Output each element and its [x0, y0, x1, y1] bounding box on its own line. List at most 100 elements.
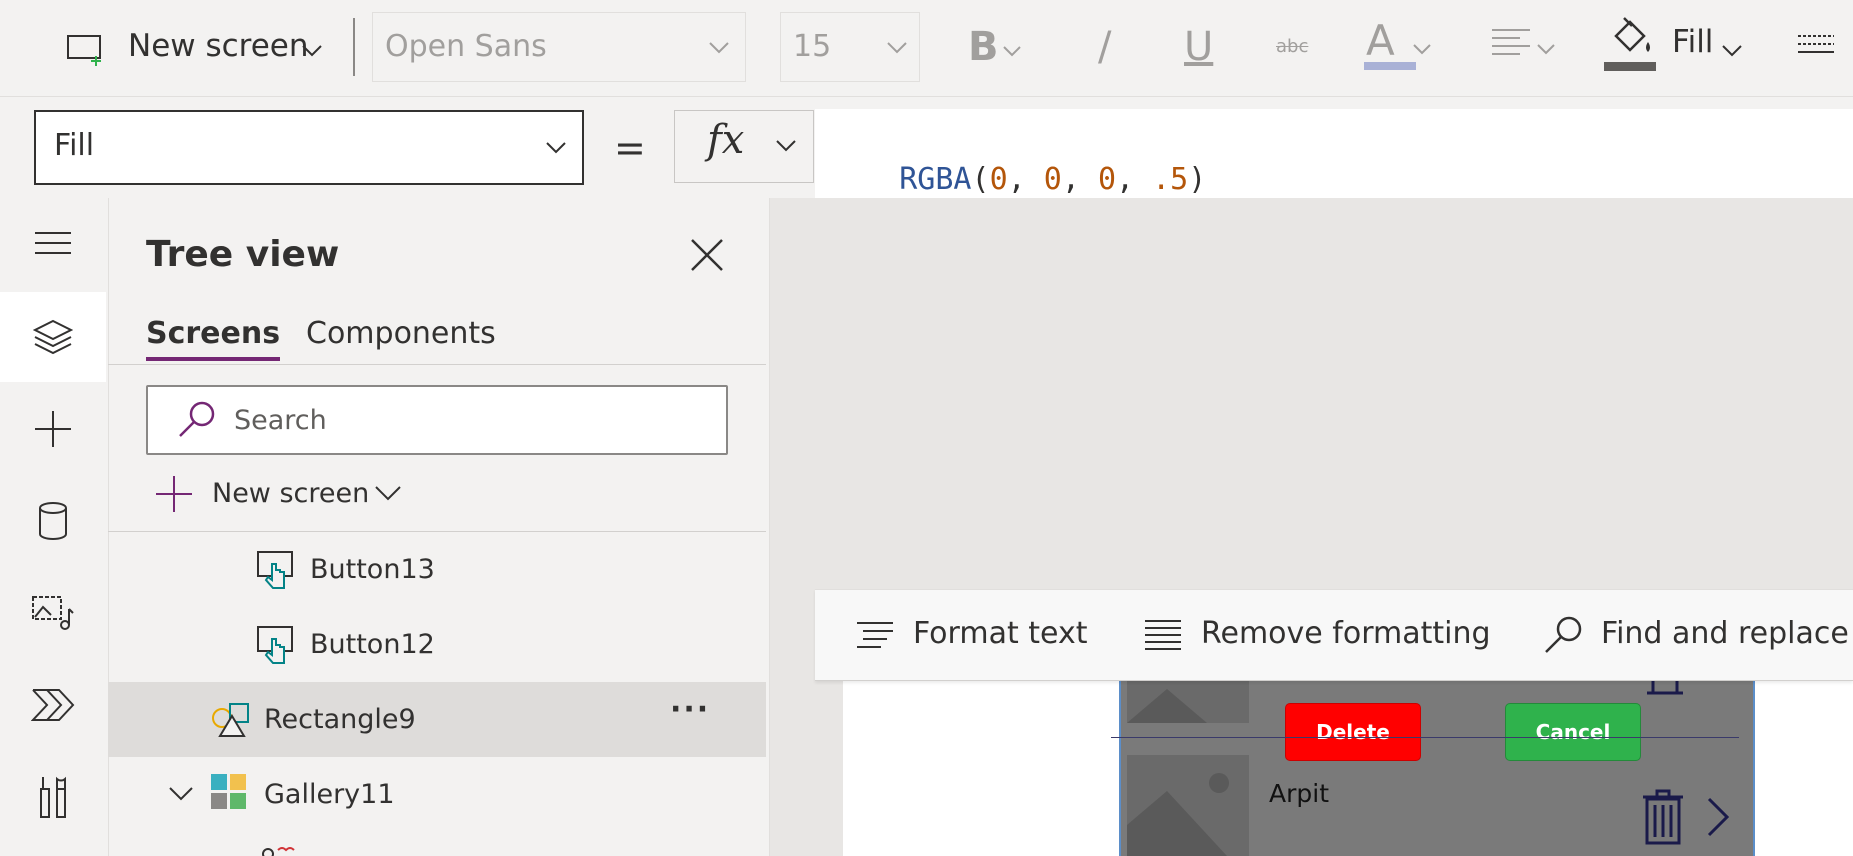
- fill-color-swatch: [1604, 62, 1656, 71]
- keyboard-button[interactable]: [1796, 30, 1846, 70]
- new-screen-button[interactable]: New screen: [60, 20, 330, 76]
- chevron-down-icon: [776, 140, 796, 152]
- italic-button[interactable]: /: [1090, 20, 1130, 76]
- chevron-right-icon[interactable]: [1703, 795, 1733, 839]
- tabs-divider: [108, 364, 766, 365]
- font-size-value: 15: [793, 29, 832, 64]
- insert-button[interactable]: [0, 384, 106, 474]
- bold-icon: B: [968, 24, 999, 70]
- trash-icon[interactable]: [1647, 677, 1683, 695]
- media-button[interactable]: [0, 568, 106, 658]
- equals-sign: =: [614, 126, 646, 170]
- fx-button[interactable]: fx: [674, 110, 814, 183]
- font-color-swatch: [1364, 62, 1416, 70]
- code-arg-r: 0: [989, 162, 1008, 197]
- child-control-icon: [262, 847, 295, 856]
- tree-new-screen-label: New screen: [212, 478, 370, 509]
- hamburger-icon: [35, 232, 71, 254]
- code-paren: (: [971, 162, 990, 197]
- hamburger-menu-button[interactable]: [0, 198, 106, 288]
- format-text-button[interactable]: Format text: [855, 608, 1095, 662]
- delete-label: Delete: [1316, 720, 1390, 744]
- paint-bucket-icon: [1614, 17, 1650, 52]
- align-button[interactable]: [1490, 26, 1560, 66]
- cancel-button[interactable]: Cancel: [1505, 703, 1641, 761]
- remove-formatting-label: Remove formatting: [1201, 616, 1491, 651]
- keyboard-icon: [1798, 35, 1834, 53]
- plus-icon: [156, 476, 192, 512]
- format-text-icon: [857, 622, 893, 648]
- tree-item-button12[interactable]: Button12: [108, 607, 766, 682]
- tree-view-title: Tree view: [146, 234, 340, 275]
- font-color-button[interactable]: A: [1364, 16, 1434, 76]
- advanced-tools-button[interactable]: [0, 752, 106, 842]
- font-size-dropdown[interactable]: 15: [780, 12, 920, 82]
- tree-item-button13[interactable]: Button13: [108, 532, 766, 607]
- tab-screens[interactable]: Screens: [146, 316, 281, 364]
- tree-view-button[interactable]: [0, 292, 106, 382]
- fill-label: Fill: [1672, 24, 1714, 60]
- underline-icon: U: [1184, 24, 1214, 70]
- bold-button[interactable]: B: [964, 20, 1024, 76]
- new-screen-label: New screen: [128, 28, 309, 64]
- chevron-down-icon: [169, 787, 193, 801]
- button-control-icon: [257, 551, 293, 589]
- tree-item-label: Gallery11: [264, 779, 395, 810]
- trash-icon[interactable]: [1641, 789, 1685, 845]
- remove-formatting-icon: [1145, 620, 1181, 650]
- chevron-down-icon: [1413, 44, 1431, 55]
- strikethrough-button[interactable]: abc: [1272, 20, 1322, 76]
- font-color-icon: A: [1366, 16, 1395, 65]
- code-arg-b: 0: [1097, 162, 1116, 197]
- tree-item-label: Button12: [310, 629, 435, 660]
- chevron-down-icon: [1537, 44, 1555, 55]
- tree-search-box[interactable]: Search: [146, 385, 728, 455]
- gallery-image: [1127, 679, 1249, 723]
- chevron-down-icon: [887, 42, 907, 54]
- fill-button[interactable]: Fill: [1600, 16, 1750, 76]
- code-paren: ): [1188, 162, 1207, 197]
- tools-icon: [40, 776, 66, 818]
- gallery-image: [1127, 755, 1249, 856]
- chevron-down-icon: [302, 45, 322, 57]
- align-icon: [1492, 29, 1530, 55]
- code-comma: ,: [1116, 162, 1153, 197]
- tab-screens-label: Screens: [146, 316, 281, 351]
- font-name-dropdown[interactable]: Open Sans: [372, 12, 746, 82]
- media-icon: [32, 596, 74, 630]
- app-preview: Delete Cancel Arpit: [1111, 677, 1755, 856]
- chevron-down-icon: [709, 42, 729, 54]
- data-button[interactable]: [0, 476, 106, 566]
- italic-icon: /: [1098, 24, 1112, 70]
- format-text-label: Format text: [913, 616, 1088, 651]
- fx-icon: fx: [707, 117, 745, 163]
- tree-new-screen-button[interactable]: New screen: [154, 470, 414, 520]
- power-automate-icon: [31, 689, 75, 721]
- remove-formatting-button[interactable]: Remove formatting: [1143, 608, 1503, 662]
- chevron-down-icon: [375, 486, 401, 501]
- close-icon: [691, 239, 723, 271]
- tree-item-label: Rectangle9: [264, 704, 416, 735]
- tree-item-rectangle9[interactable]: Rectangle9 ···: [108, 682, 766, 757]
- power-automate-button[interactable]: [0, 660, 106, 750]
- formula-editor-toolbar: Format text Remove formatting Find and r…: [815, 589, 1853, 681]
- left-rail: [0, 198, 108, 856]
- shapes-icon: [212, 703, 249, 737]
- more-options-icon[interactable]: ···: [670, 692, 710, 727]
- app-selection-border-right: [1753, 679, 1755, 856]
- find-replace-button[interactable]: Find and replace: [1543, 608, 1849, 662]
- code-comma: ,: [1007, 162, 1044, 197]
- gallery-icon: [211, 774, 246, 809]
- database-icon: [39, 502, 67, 540]
- tab-components[interactable]: Components: [306, 316, 496, 364]
- code-arg-g: 0: [1043, 162, 1062, 197]
- property-dropdown[interactable]: Fill: [34, 110, 584, 185]
- button-control-icon: [257, 626, 293, 664]
- search-icon: [1545, 616, 1582, 653]
- underline-button[interactable]: U: [1180, 20, 1220, 76]
- delete-button[interactable]: Delete: [1285, 703, 1421, 761]
- tab-active-indicator: [146, 357, 281, 361]
- close-tree-button[interactable]: [688, 236, 726, 274]
- tree-item-gallery11[interactable]: Gallery11: [108, 757, 766, 832]
- command-ribbon: New screen Open Sans 15 B / U abc A Fill: [0, 0, 1853, 97]
